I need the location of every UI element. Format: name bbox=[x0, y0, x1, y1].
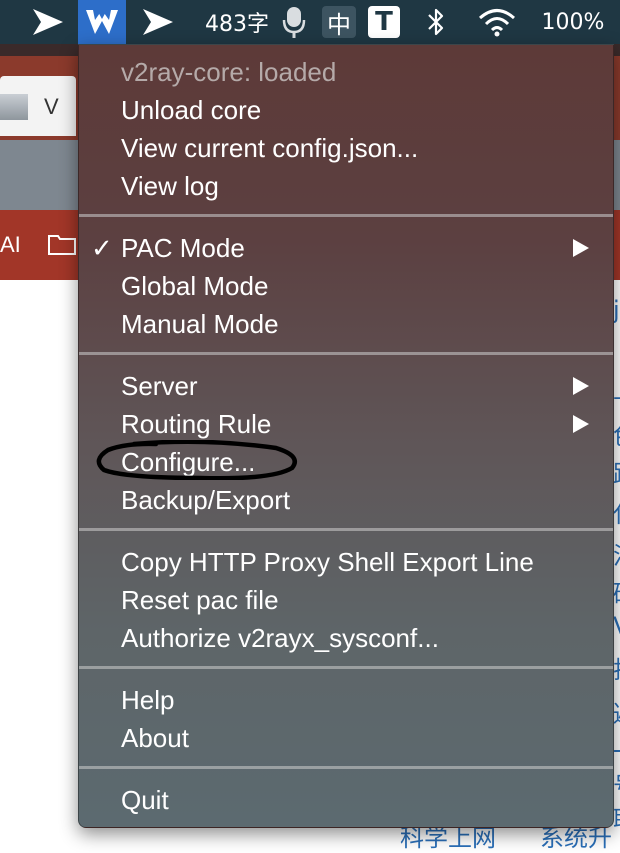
tab-title: V bbox=[44, 94, 59, 119]
side-text: 避 bbox=[613, 694, 620, 729]
folder-icon[interactable] bbox=[48, 232, 76, 261]
quit-item[interactable]: Quit bbox=[121, 783, 169, 817]
bluetooth-icon[interactable] bbox=[420, 0, 452, 44]
menu-separator bbox=[79, 214, 613, 217]
ime-label: 中 bbox=[327, 10, 351, 39]
side-text: 上 bbox=[613, 370, 620, 405]
side-text: 职 bbox=[613, 800, 620, 835]
input-count[interactable]: 483字 bbox=[200, 0, 274, 44]
manual-mode-item[interactable]: Manual Mode bbox=[121, 307, 279, 341]
send-arrow-icon[interactable] bbox=[26, 0, 70, 44]
v2rayx-icon[interactable] bbox=[78, 0, 126, 44]
about-item[interactable]: About bbox=[121, 721, 189, 755]
menu-bar: 483字 中 T 100% bbox=[0, 0, 620, 44]
checkmark-icon: ✓ bbox=[91, 233, 113, 263]
help-item[interactable]: Help bbox=[121, 683, 174, 717]
t-label: T bbox=[375, 7, 393, 37]
tab-favicon bbox=[0, 94, 28, 120]
menu-separator bbox=[79, 766, 613, 769]
ime-chip: 中 bbox=[322, 6, 356, 39]
side-text: 一 bbox=[613, 732, 620, 767]
submenu-arrow-icon bbox=[573, 377, 589, 395]
side-text: 代 bbox=[613, 494, 620, 529]
menu-separator bbox=[79, 352, 613, 355]
submenu-arrow-icon bbox=[573, 239, 589, 257]
battery-percentage: 100% bbox=[541, 9, 605, 35]
view-config-item[interactable]: View current config.json... bbox=[121, 131, 418, 165]
menu-separator bbox=[79, 528, 613, 531]
side-text: jo bbox=[613, 296, 620, 324]
side-text: V bbox=[613, 612, 620, 640]
browser-tab[interactable]: V bbox=[0, 76, 76, 136]
routing-rule-item[interactable]: Routing Rule bbox=[121, 407, 271, 441]
input-count-text: 483字 bbox=[205, 12, 269, 37]
pac-mode-item[interactable]: PAC Mode bbox=[121, 231, 245, 265]
side-text: 硅 bbox=[613, 574, 620, 609]
battery-status[interactable]: 100% bbox=[536, 0, 610, 44]
t-chip: T bbox=[368, 6, 400, 38]
side-text: 沉 bbox=[613, 536, 620, 571]
configure-item[interactable]: Configure... bbox=[121, 445, 255, 479]
send-arrow-icon[interactable] bbox=[136, 0, 180, 44]
submenu-arrow-icon bbox=[573, 415, 589, 433]
backup-export-item[interactable]: Backup/Export bbox=[121, 483, 290, 517]
view-log-item[interactable]: View log bbox=[121, 169, 219, 203]
side-text: 路 bbox=[613, 454, 620, 489]
global-mode-item[interactable]: Global Mode bbox=[121, 269, 268, 303]
unload-core-item[interactable]: Unload core bbox=[121, 93, 261, 127]
authorize-sysconf-item[interactable]: Authorize v2rayx_sysconf... bbox=[121, 621, 439, 655]
menu-separator bbox=[79, 666, 613, 669]
wifi-icon[interactable] bbox=[474, 0, 520, 44]
copy-http-proxy-item[interactable]: Copy HTTP Proxy Shell Export Line bbox=[121, 545, 534, 579]
microphone-icon[interactable] bbox=[280, 0, 308, 44]
core-status-label: v2ray-core: loaded bbox=[121, 57, 337, 87]
side-text: 色 bbox=[613, 416, 620, 451]
reset-pac-item[interactable]: Reset pac file bbox=[121, 583, 279, 617]
v2rayx-menu: v2ray-core: loaded Unload core View curr… bbox=[78, 44, 614, 828]
bookmark-item[interactable]: AI bbox=[0, 232, 21, 258]
side-text: 号 bbox=[613, 766, 620, 801]
server-item[interactable]: Server bbox=[121, 369, 198, 403]
side-text: 排 bbox=[613, 650, 620, 685]
typora-indicator[interactable]: T bbox=[366, 0, 402, 44]
ime-indicator[interactable]: 中 bbox=[320, 0, 358, 44]
